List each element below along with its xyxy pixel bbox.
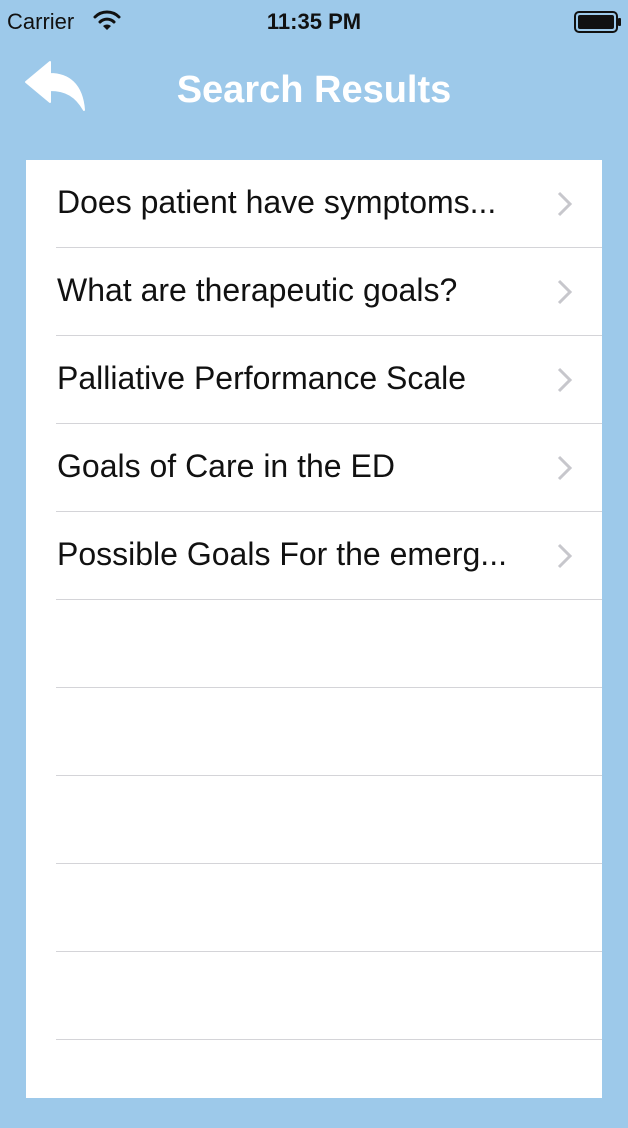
result-label: Palliative Performance Scale <box>57 360 467 396</box>
result-row[interactable]: Goals of Care in the ED <box>56 424 602 512</box>
result-label: What are therapeutic goals? <box>57 272 458 308</box>
result-row[interactable]: What are therapeutic goals? <box>56 248 602 336</box>
empty-row <box>56 688 602 776</box>
result-row[interactable]: Does patient have symptoms... <box>56 160 602 248</box>
empty-row <box>56 600 602 688</box>
empty-row <box>56 776 602 864</box>
empty-row <box>56 864 602 952</box>
page-title: Search Results <box>176 69 452 111</box>
status-time: 11:35 PM <box>266 9 362 34</box>
chevron-right-icon <box>557 279 573 305</box>
result-label: Does patient have symptoms... <box>57 184 497 220</box>
chevron-right-icon <box>557 543 573 569</box>
empty-row <box>56 952 602 1040</box>
search-results-list: Does patient have symptoms... What are t… <box>26 160 602 1098</box>
chevron-right-icon <box>557 455 573 481</box>
result-label: Goals of Care in the ED <box>57 448 395 484</box>
navigation-bar: Search Results <box>0 42 628 142</box>
battery-icon <box>574 11 621 33</box>
chevron-right-icon <box>557 191 573 217</box>
chevron-right-icon <box>557 367 573 393</box>
status-bar: Carrier 11:35 PM <box>0 0 628 42</box>
result-label: Possible Goals For the emerg... <box>57 536 507 572</box>
result-row[interactable]: Possible Goals For the emerg... <box>56 512 602 600</box>
result-row[interactable]: Palliative Performance Scale <box>56 336 602 424</box>
